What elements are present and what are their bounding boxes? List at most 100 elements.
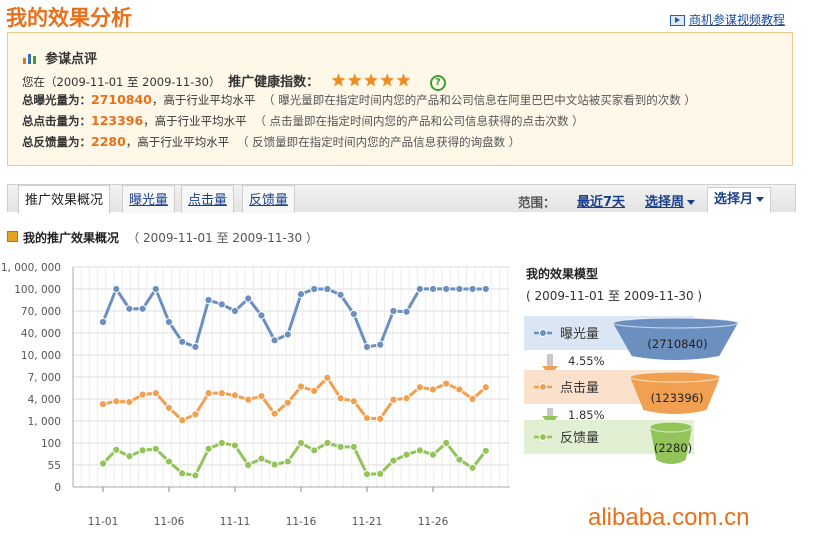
data-point <box>217 389 226 398</box>
range-label: 范围： <box>518 195 556 210</box>
range-last-7-days[interactable]: 最近7天 <box>577 191 625 210</box>
y-tick-label: 1, 000 <box>28 416 61 428</box>
health-line: 您在（2009-11-01 至 2009-11-30） 推广健康指数： ★★★★… <box>22 71 446 91</box>
range-select-month[interactable]: 选择月 <box>707 187 772 213</box>
data-point <box>164 457 174 466</box>
tab-exposure[interactable]: 曝光量 <box>122 185 176 213</box>
data-point <box>98 400 108 409</box>
tab-overview[interactable]: 推广效果概况 <box>18 185 111 214</box>
health-label: 推广健康指数： <box>228 75 320 90</box>
star-icon: ★ <box>347 71 363 91</box>
data-point <box>125 452 134 461</box>
help-icon[interactable]: ? <box>429 75 446 91</box>
data-point <box>415 284 424 294</box>
data-point <box>151 444 160 453</box>
x-tick-label: 11-06 <box>154 516 185 528</box>
data-point <box>217 300 226 309</box>
data-point <box>323 284 332 294</box>
page-title: 我的效果分析 <box>6 6 132 30</box>
data-point <box>362 413 372 423</box>
feedback-total: 2280 <box>91 134 126 149</box>
x-tick-label: 11-21 <box>352 516 383 528</box>
data-point <box>178 337 187 346</box>
data-point <box>336 442 345 452</box>
data-point <box>270 460 279 469</box>
summary-panel: 参谋点评 您在（2009-11-01 至 2009-11-30） 推广健康指数：… <box>7 32 793 166</box>
data-point <box>415 383 424 392</box>
effect-funnel: 4.55% 1.85% 曝光量 (2710840) 点击量 (123396) 反馈量 (228… <box>524 316 739 464</box>
watermark: alibaba.com.cn <box>588 504 750 531</box>
data-point <box>164 403 174 412</box>
data-point <box>230 391 240 400</box>
data-point <box>151 284 160 294</box>
funnel-stage-top <box>649 421 693 433</box>
health-stars: ★★★★★ <box>331 71 412 91</box>
exposure-label: 总曝光量为： <box>22 93 91 107</box>
data-point <box>455 385 464 394</box>
data-point <box>151 389 160 398</box>
data-point <box>481 383 490 392</box>
data-point <box>349 442 358 452</box>
conversion-rate: 4.55% <box>568 354 605 368</box>
data-point <box>376 340 385 349</box>
stage-legend-dot <box>539 383 547 391</box>
data-point <box>283 398 292 407</box>
data-point <box>257 454 266 463</box>
exposure-compare: ，高于行业平均水平 <box>151 93 256 107</box>
data-point <box>336 290 345 299</box>
data-point <box>442 284 451 294</box>
data-point <box>336 394 345 403</box>
stage-value: (2710840) <box>647 337 707 351</box>
effect-line-chart: 1, 000, 000 100, 000 70, 000 40, 000 10, 000… <box>1 262 510 528</box>
data-point <box>204 389 213 398</box>
star-icon: ★ <box>330 71 347 91</box>
clicks-note: （ 点击量即在指定时间内您的产品和公司信息获得的点击次数 ） <box>254 114 584 128</box>
range-month-label: 选择月 <box>714 192 754 207</box>
funnel-stage-top <box>629 371 721 383</box>
data-point <box>138 304 147 313</box>
data-point <box>191 410 200 419</box>
y-tick-label: 0 <box>54 482 61 494</box>
data-point <box>468 394 477 404</box>
data-point <box>296 438 306 448</box>
stage-label: 曝光量 <box>560 327 599 342</box>
y-tick-label: 1, 000, 000 <box>1 262 61 274</box>
video-tutorial-label: 商机参谋视频教程 <box>689 13 786 27</box>
data-point <box>217 438 226 448</box>
summary-row-feedback: 总反馈量为：2280，高于行业平均水平 （ 反馈量即在指定时间内您的产品信息获得… <box>22 134 520 150</box>
data-point <box>191 471 200 480</box>
range-select-week[interactable]: 选择周 <box>645 191 696 210</box>
summary-period: 2009-11-01 至 2009-11-30 <box>56 75 209 89</box>
data-point <box>112 284 121 294</box>
summary-heading: 参谋点评 <box>22 48 97 67</box>
star-icon: ★ <box>395 71 412 91</box>
tab-clicks[interactable]: 点击量 <box>181 185 235 213</box>
data-point <box>415 446 424 455</box>
period-prefix: 您在（ <box>22 75 57 89</box>
data-point <box>257 391 266 401</box>
section-icon <box>7 231 18 242</box>
data-point <box>389 306 398 316</box>
summary-heading-text: 参谋点评 <box>45 52 98 67</box>
x-tick-label: 11-26 <box>418 516 449 528</box>
data-point <box>376 414 385 423</box>
data-point <box>270 336 279 345</box>
data-point <box>389 456 398 465</box>
section-heading: 我的推广效果概况 （ 2009-11-01 至 2009-11-30 ） <box>7 229 318 246</box>
data-point <box>402 450 411 459</box>
stage-legend-dot <box>539 433 547 441</box>
data-point <box>310 446 319 455</box>
tab-feedback[interactable]: 反馈量 <box>242 185 296 213</box>
data-point <box>362 342 372 352</box>
data-point <box>428 284 438 294</box>
y-tick-label: 100 <box>41 438 61 450</box>
data-point <box>310 386 319 396</box>
data-point <box>164 317 174 327</box>
video-tutorial-link[interactable]: 商机参谋视频教程 <box>670 11 785 28</box>
y-tick-label: 100, 000 <box>14 284 61 296</box>
data-point <box>178 416 187 425</box>
chevron-down-icon <box>756 197 765 202</box>
data-point <box>244 460 253 470</box>
data-point <box>112 445 121 454</box>
model-period: ( 2009-11-01 至 2009-11-30 ) <box>526 289 703 303</box>
